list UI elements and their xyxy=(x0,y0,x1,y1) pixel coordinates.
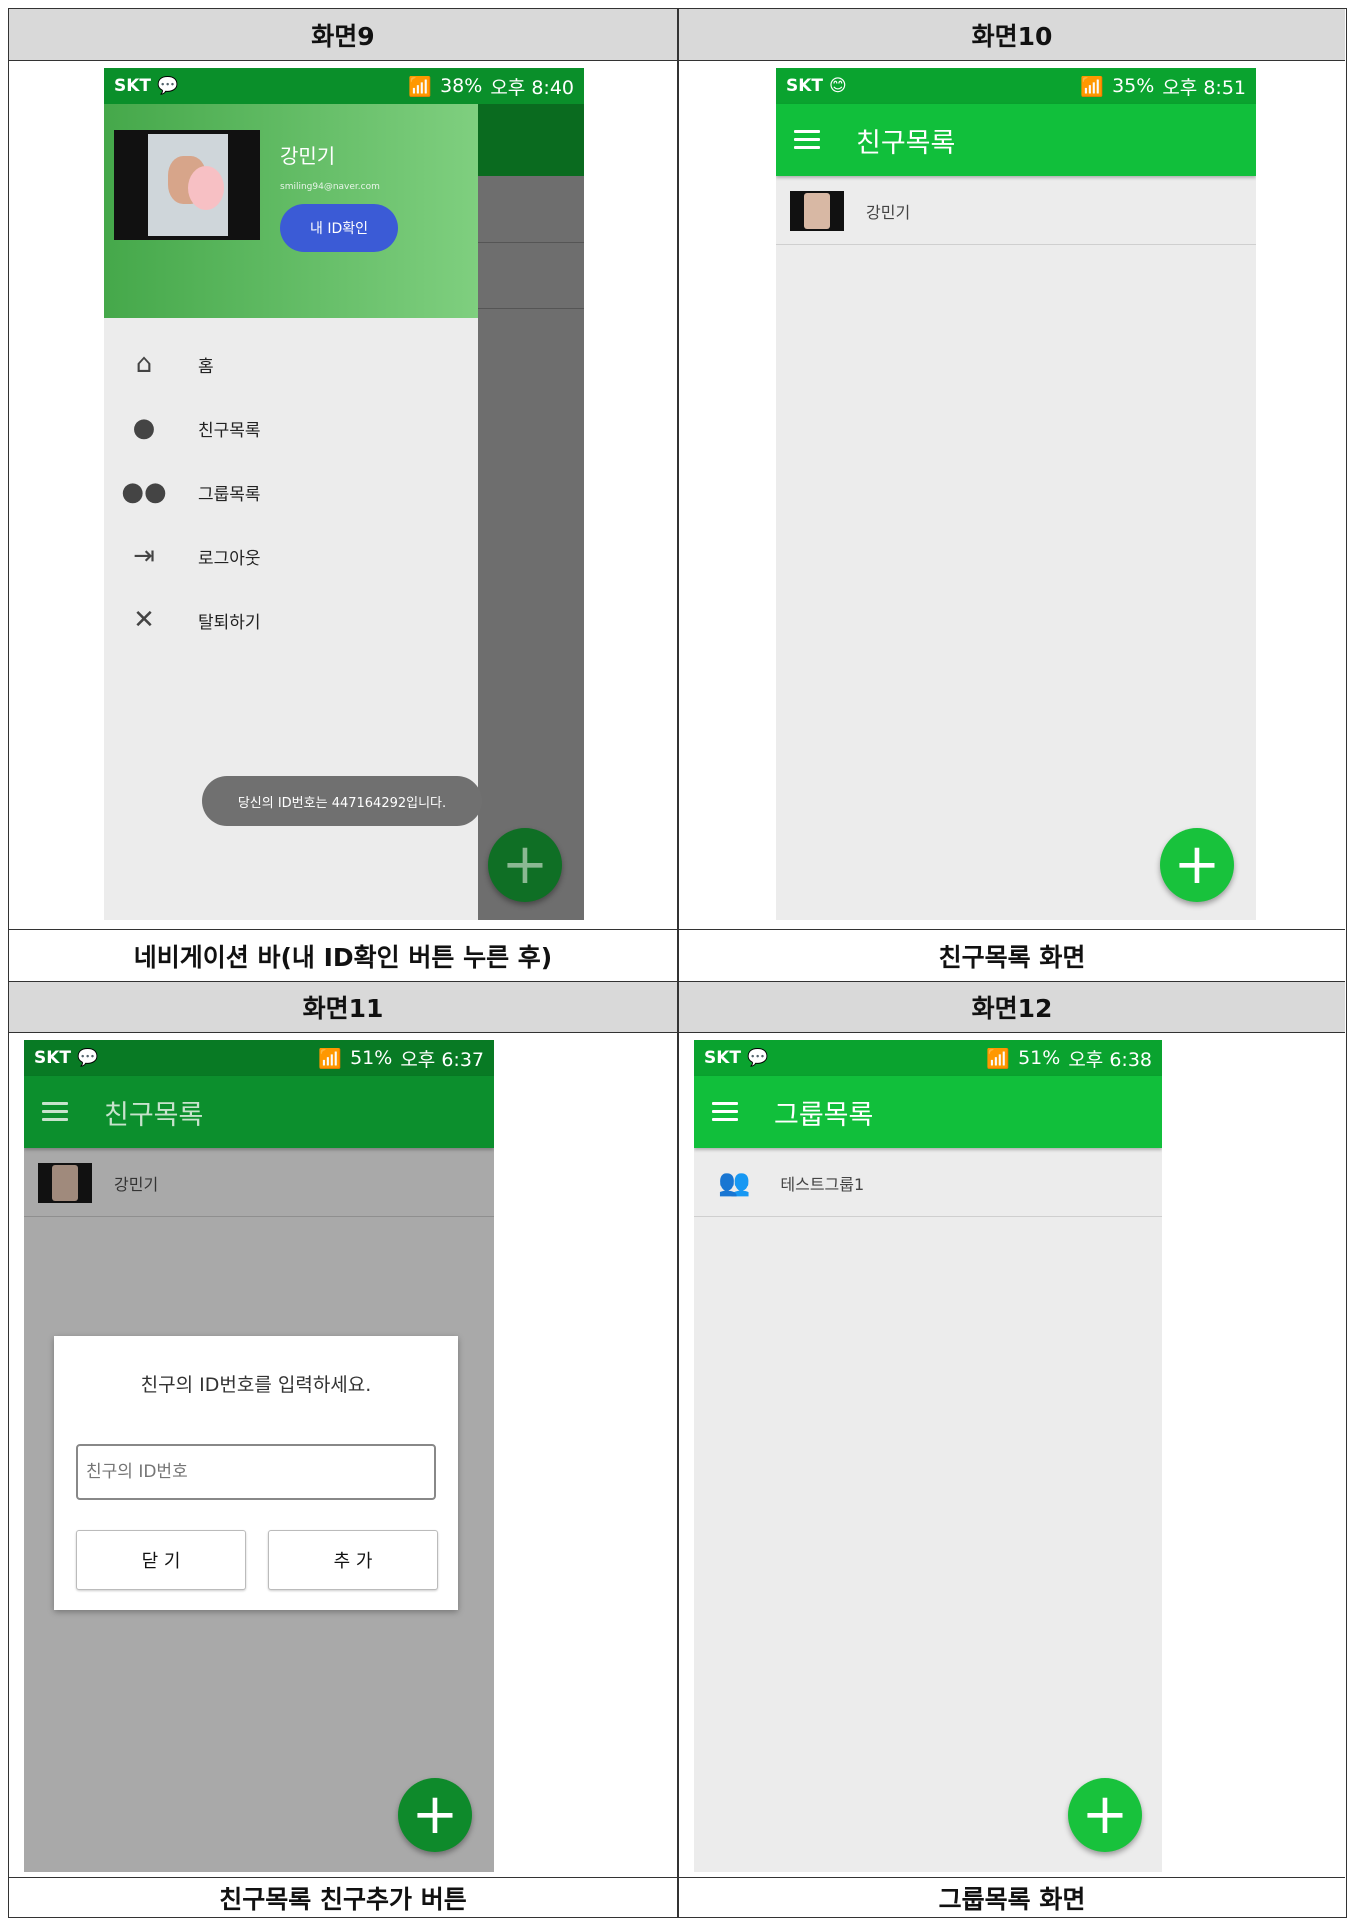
time-label: 오후 8:51 xyxy=(1162,76,1246,99)
page-title: 그룹목록 xyxy=(774,1099,874,1131)
profile-photo xyxy=(114,130,260,240)
home-icon: ⌂ xyxy=(135,349,153,379)
menu-item-groups[interactable]: ●● 그룹목록 xyxy=(104,460,478,524)
group-name: 테스트그룹1 xyxy=(780,1175,865,1194)
friend-id-input[interactable] xyxy=(76,1444,436,1500)
dialog-title: 친구의 ID번호를 입력하세요. xyxy=(140,1374,372,1396)
time-label: 오후 6:37 xyxy=(400,1048,484,1071)
signal-icon: 📶 xyxy=(408,75,433,98)
list-item[interactable]: 강민기 xyxy=(776,178,1256,245)
menu-item-logout[interactable]: ⇥ 로그아웃 xyxy=(104,524,478,588)
list-item[interactable]: 강민기 xyxy=(24,1150,494,1217)
screen12-header: 화면12 xyxy=(679,981,1345,1033)
chat-icon: 💬 xyxy=(157,76,179,96)
status-bar: SKT 😊 📶 35% 오후 8:51 xyxy=(776,68,1256,104)
drawer-header: 강민기 smiling94@naver.com 내 ID확인 xyxy=(104,104,478,318)
chat-icon: 💬 xyxy=(77,1048,99,1068)
close-icon: ✕ xyxy=(133,605,155,635)
phone-screen9: SKT 💬 📶 38% 오후 8:40 강민기 smiling94@naver.com… xyxy=(104,68,584,920)
background-toolbar xyxy=(474,104,584,176)
menu-item-home[interactable]: ⌂ 홈 xyxy=(104,332,478,396)
list-item[interactable]: 👥 테스트그룹1 xyxy=(694,1150,1162,1217)
battery-label: 38% xyxy=(440,75,483,97)
logout-icon: ⇥ xyxy=(133,541,155,571)
phone-screen11: SKT 💬 📶 51% 오후 6:37 친구목록 강민기 친구의 ID번호를 입력하세… xyxy=(24,1040,494,1872)
add-friend-fab[interactable]: + xyxy=(398,1778,472,1852)
carrier-label: SKT xyxy=(704,1048,742,1068)
battery-label: 35% xyxy=(1112,75,1155,97)
user-email: smiling94@naver.com xyxy=(280,182,380,192)
menu-item-withdraw[interactable]: ✕ 탈퇴하기 xyxy=(104,588,478,652)
toolbar: 그룹목록 xyxy=(694,1076,1162,1148)
avatar xyxy=(38,1163,92,1203)
menu-icon[interactable] xyxy=(42,1102,68,1122)
background-divider xyxy=(474,242,584,243)
screen11-header: 화면11 xyxy=(9,981,677,1033)
menu-icon[interactable] xyxy=(794,130,820,150)
screen10-caption: 친구목록 화면 xyxy=(679,929,1345,981)
time-label: 오후 8:40 xyxy=(490,76,574,99)
carrier-label: SKT xyxy=(34,1048,72,1068)
page-title: 친구목록 xyxy=(104,1099,204,1131)
signal-icon: 📶 xyxy=(318,1047,343,1070)
add-group-fab[interactable]: + xyxy=(1068,1778,1142,1852)
screen11-caption: 친구목록 친구추가 버튼 xyxy=(9,1877,677,1917)
friend-name: 강민기 xyxy=(114,1175,159,1194)
add-button[interactable]: 추 가 xyxy=(268,1530,438,1590)
group-icon: 👥 xyxy=(718,1168,751,1198)
screen9-caption: 네비게이션 바(내 ID확인 버튼 누른 후) xyxy=(9,929,677,981)
id-toast: 당신의 ID번호는 447164292입니다. xyxy=(202,776,482,826)
person-icon: ● xyxy=(132,413,156,443)
screen10-header: 화면10 xyxy=(679,9,1345,61)
status-bar: SKT 💬 📶 51% 오후 6:38 xyxy=(694,1040,1162,1076)
screen12-caption: 그룹목록 화면 xyxy=(679,1877,1345,1917)
status-bar: SKT 💬 📶 38% 오후 8:40 xyxy=(104,68,584,104)
user-name: 강민기 xyxy=(280,144,336,168)
signal-icon: 📶 xyxy=(986,1047,1011,1070)
battery-label: 51% xyxy=(1018,1047,1061,1069)
phone-screen12: SKT 💬 📶 51% 오후 6:38 그룹목록 👥 테스트그룹1 + xyxy=(694,1040,1162,1872)
status-bar: SKT 💬 📶 51% 오후 6:37 xyxy=(24,1040,494,1076)
add-friend-fab[interactable]: + xyxy=(1160,828,1234,902)
chat-icon: 😊 xyxy=(829,76,847,96)
carrier-label: SKT xyxy=(114,76,152,96)
avatar xyxy=(790,191,844,231)
add-friend-dialog: 친구의 ID번호를 입력하세요. 닫 기 추 가 xyxy=(54,1336,458,1610)
toolbar: 친구목록 xyxy=(24,1076,494,1148)
phone-screen10: SKT 😊 📶 35% 오후 8:51 친구목록 강민기 + xyxy=(776,68,1256,920)
carrier-label: SKT xyxy=(786,76,824,96)
my-id-button[interactable]: 내 ID확인 xyxy=(280,204,398,252)
battery-label: 51% xyxy=(350,1047,393,1069)
toolbar: 친구목록 xyxy=(776,104,1256,176)
menu-item-friends[interactable]: ● 친구목록 xyxy=(104,396,478,460)
page-title: 친구목록 xyxy=(856,127,956,159)
add-fab[interactable]: + xyxy=(488,828,562,902)
chat-icon: 💬 xyxy=(747,1048,769,1068)
screen9-header: 화면9 xyxy=(9,9,677,61)
close-button[interactable]: 닫 기 xyxy=(76,1530,246,1590)
signal-icon: 📶 xyxy=(1080,75,1105,98)
time-label: 오후 6:38 xyxy=(1068,1048,1152,1071)
background-divider xyxy=(474,308,584,309)
group-icon: ●● xyxy=(121,477,167,507)
friend-name: 강민기 xyxy=(866,203,911,222)
menu-icon[interactable] xyxy=(712,1102,738,1122)
